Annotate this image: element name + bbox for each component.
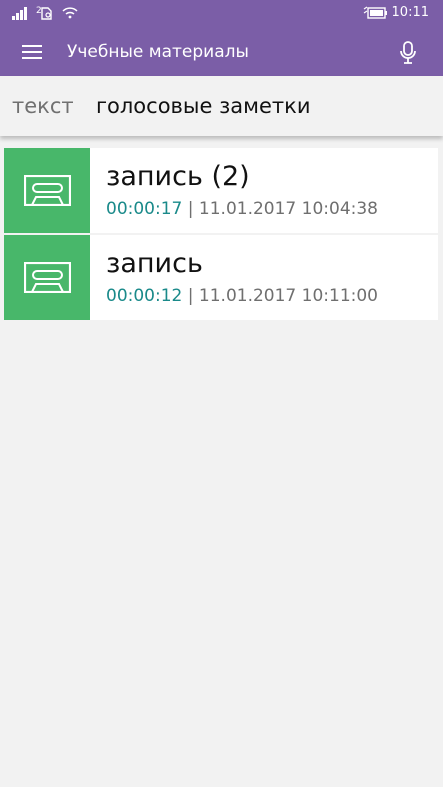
recording-title: запись	[106, 248, 203, 279]
sim-icon: 2	[36, 6, 52, 20]
battery-icon	[363, 6, 387, 19]
meta-separator: |	[187, 199, 194, 219]
list-item[interactable]: запись (2) 00:00:17 | 11.01.2017 10:04:3…	[4, 148, 438, 233]
recording-title: запись (2)	[106, 161, 250, 192]
tab-text[interactable]: текст	[12, 92, 74, 120]
recording-duration: 00:00:17	[106, 199, 183, 219]
wifi-icon	[62, 7, 78, 19]
microphone-icon[interactable]	[397, 40, 419, 66]
tab-voice-notes[interactable]: голосовые заметки	[96, 92, 310, 120]
app-bar: Учебные материалы	[0, 28, 443, 76]
cassette-icon	[24, 175, 71, 206]
recording-date: 11.01.2017 10:11:00	[198, 286, 378, 306]
recordings-list: запись (2) 00:00:17 | 11.01.2017 10:04:3…	[4, 148, 438, 322]
clock: 10:11	[391, 5, 429, 20]
recording-thumbnail	[4, 235, 90, 320]
recording-date: 11.01.2017 10:04:38	[198, 199, 378, 219]
signal-icon	[12, 7, 27, 20]
meta-separator: |	[187, 286, 194, 306]
recording-meta: 00:00:12 | 11.01.2017 10:11:00	[106, 285, 378, 307]
recording-meta: 00:00:17 | 11.01.2017 10:04:38	[106, 198, 378, 220]
list-item[interactable]: запись 00:00:12 | 11.01.2017 10:11:00	[4, 235, 438, 320]
svg-text:2: 2	[36, 6, 42, 16]
recording-thumbnail	[4, 148, 90, 233]
status-bar: 2 10:11	[0, 0, 443, 28]
page-title: Учебные материалы	[67, 42, 249, 62]
pivot-tabs: текст голосовые заметки	[0, 76, 443, 136]
hamburger-menu-icon[interactable]	[20, 42, 44, 62]
cassette-icon	[24, 262, 71, 293]
recording-duration: 00:00:12	[106, 286, 183, 306]
